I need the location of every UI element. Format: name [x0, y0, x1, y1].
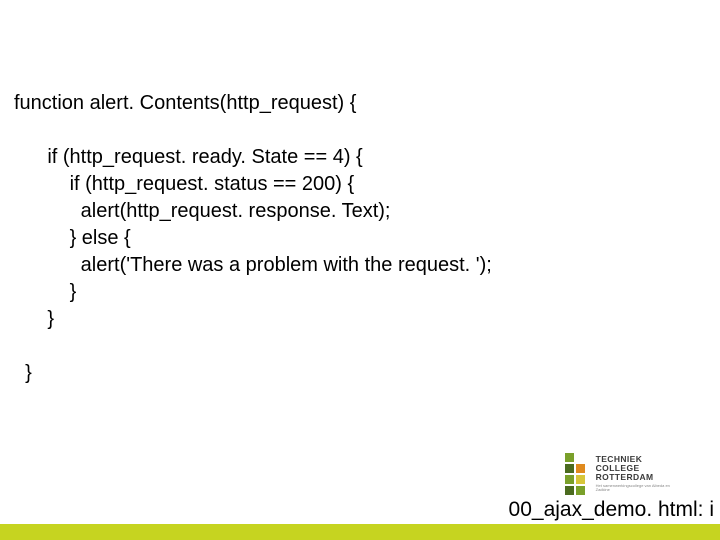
- code-line: alert(http_request. response. Text);: [14, 200, 390, 222]
- slide: function alert. Contents(http_request) {…: [0, 0, 720, 540]
- code-line: } else {: [14, 227, 131, 249]
- code-line: }: [14, 281, 76, 303]
- footer-filename: 00_ajax_demo. html: i: [509, 498, 714, 522]
- code-line: if (http_request. ready. State == 4) {: [14, 146, 363, 168]
- code-line: function alert. Contents(http_request) {: [14, 92, 356, 114]
- logo-mark-icon: [564, 452, 590, 496]
- code-line: }: [14, 362, 32, 384]
- code-block: function alert. Contents(http_request) {…: [14, 90, 710, 387]
- code-line: }: [14, 308, 54, 330]
- logo-text: TECHNIEK COLLEGE ROTTERDAM Het samenwerk…: [596, 455, 684, 492]
- logo-line3: ROTTERDAM: [596, 473, 684, 482]
- footer-accent-bar: [0, 524, 720, 540]
- code-line: if (http_request. status == 200) {: [14, 173, 354, 195]
- school-logo: TECHNIEK COLLEGE ROTTERDAM Het samenwerk…: [564, 450, 684, 498]
- logo-subtitle: Het samenwerkingscollege van Albeda en Z…: [596, 484, 684, 492]
- code-line: alert('There was a problem with the requ…: [14, 254, 492, 276]
